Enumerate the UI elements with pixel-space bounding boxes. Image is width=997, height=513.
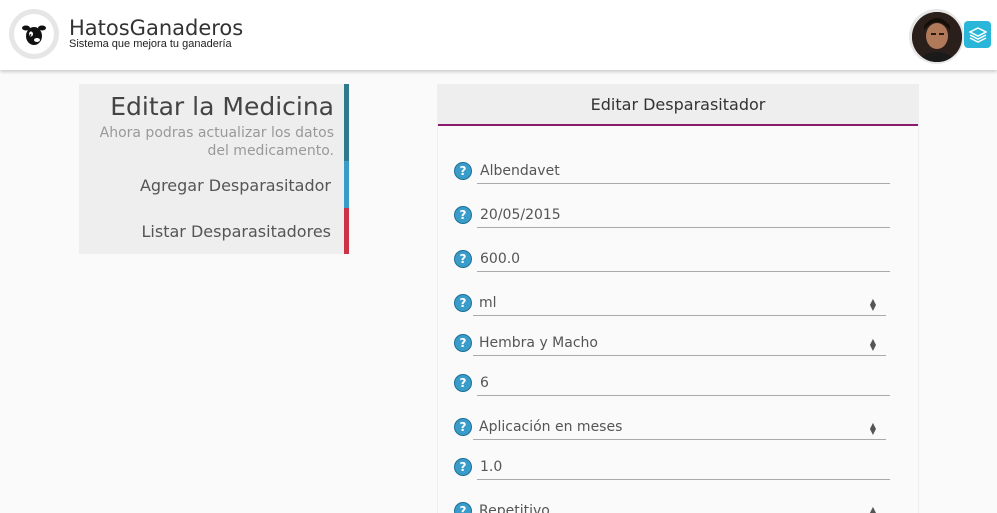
quantity-input[interactable]: 600.0	[477, 249, 890, 272]
top-navbar: HatosGanaderos Sistema que mejora tu gan…	[0, 0, 997, 70]
field-application-value: ? 1.0	[454, 454, 890, 484]
sidebar-link-agregar[interactable]: Agregar Desparasitador	[140, 176, 331, 195]
cow-icon	[22, 25, 46, 45]
brand-subtitle: Sistema que mejora tu ganadería	[69, 38, 232, 50]
sex-select[interactable]: Hembra y Macho ▲ ▼	[473, 333, 886, 356]
form-header: Editar Desparasitador	[438, 84, 918, 126]
user-photo	[911, 11, 962, 62]
sidebar-link-listar[interactable]: Listar Desparasitadores	[142, 222, 332, 241]
repetition-select[interactable]: Repetitivo ▲▼	[473, 501, 886, 513]
sex-select-value: Hembra y Macho	[479, 335, 598, 351]
help-icon[interactable]: ?	[454, 162, 472, 180]
field-sex: ? Hembra y Macho ▲ ▼	[454, 330, 890, 360]
help-icon[interactable]: ?	[454, 418, 472, 436]
sidebar-accent-blue	[344, 161, 349, 208]
brand-title: HatosGanaderos	[69, 16, 244, 40]
application-unit-select[interactable]: Aplicación en meses ▲ ▼	[473, 417, 886, 440]
select-arrows-icon: ▲▼	[869, 505, 876, 513]
field-name: ? Albendavet	[454, 158, 890, 188]
application-unit-select-value: Aplicación en meses	[479, 419, 623, 435]
help-icon[interactable]: ?	[454, 458, 472, 476]
sidebar-accent-red	[344, 208, 349, 254]
application-value-input[interactable]: 1.0	[477, 457, 890, 480]
sidebar-title: Editar la Medicina	[110, 92, 334, 121]
sidebar-accent-teal	[344, 84, 349, 161]
layers-icon	[968, 26, 987, 43]
select-arrows-icon: ▲▼	[869, 297, 876, 312]
help-icon[interactable]: ?	[454, 502, 472, 513]
field-application-unit: ? Aplicación en meses ▲ ▼	[454, 414, 890, 444]
field-date: ? 20/05/2015	[454, 202, 890, 232]
unit-select-value: ml	[479, 295, 497, 311]
layers-button[interactable]	[964, 21, 991, 48]
help-icon[interactable]: ?	[454, 334, 472, 352]
select-arrows-icon: ▲▼	[869, 337, 876, 352]
field-quantity: ? 600.0	[454, 246, 890, 276]
date-input[interactable]: 20/05/2015	[477, 205, 890, 228]
unit-select[interactable]: ml ▲ ▼	[473, 293, 886, 316]
select-arrows-icon: ▲▼	[869, 421, 876, 436]
field-age: ? 6	[454, 370, 890, 400]
help-icon[interactable]: ?	[454, 206, 472, 224]
help-icon[interactable]: ?	[454, 294, 472, 312]
logo[interactable]	[9, 9, 59, 59]
age-input[interactable]: 6	[477, 373, 890, 396]
help-icon[interactable]: ?	[454, 250, 472, 268]
field-repetition: ? Repetitivo ▲▼	[454, 498, 890, 513]
repetition-select-value: Repetitivo	[479, 503, 550, 513]
sidebar-panel: Editar la Medicina Ahora podras actualiz…	[79, 84, 349, 254]
name-input[interactable]: Albendavet	[477, 161, 890, 184]
user-avatar[interactable]	[909, 9, 964, 64]
field-unit: ? ml ▲ ▼	[454, 290, 890, 320]
help-icon[interactable]: ?	[454, 374, 472, 392]
sidebar-description: Ahora podras actualizar los datos del me…	[99, 125, 334, 159]
edit-form-card: Editar Desparasitador ? Albendavet ? 20/…	[437, 84, 919, 513]
